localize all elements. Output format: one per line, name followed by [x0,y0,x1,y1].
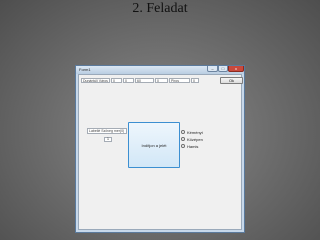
number-input[interactable]: 1 [104,137,112,142]
text-field-6[interactable]: Piros [169,78,190,83]
text-field-3[interactable]: 0 [123,78,134,83]
window-titlebar[interactable]: Form1 – □ x [76,66,244,74]
window-client-area: Dunántúli Város 0 0 60 0 Piros 0 Ok Labe… [78,74,243,230]
radio-circle-icon[interactable] [181,144,185,148]
text-field-5[interactable]: 0 [155,78,168,83]
text-field-4[interactable]: 60 [135,78,154,83]
radio-option-3[interactable]: Hamis [181,143,198,149]
radio-circle-icon[interactable] [181,137,185,141]
text-field-2[interactable]: 0 [111,78,122,83]
radio-label-3: Hamis [187,143,199,149]
minimize-button[interactable]: – [207,66,218,72]
form-window: Form1 – □ x Dunántúli Város 0 0 60 0 Pir… [75,65,245,233]
close-button[interactable]: x [228,66,244,72]
radio-label-2: Középen [187,136,203,142]
radio-circle-icon[interactable] [181,130,185,134]
label-text-box[interactable]: Labellé Szöveg mer(0) [87,128,127,134]
slide-title: 2. Feladat [132,1,188,16]
window-title: Form1 [79,67,91,72]
start-button-label: Indítjon a jelét [141,142,167,148]
maximize-button[interactable]: □ [218,66,228,72]
ok-button[interactable]: Ok [220,77,243,84]
text-field-1[interactable]: Dunántúli Város [81,78,110,83]
radio-option-1[interactable]: Kéményt [181,129,203,135]
radio-option-2[interactable]: Középen [181,136,203,142]
text-field-7[interactable]: 0 [191,78,199,83]
radio-label-1: Kéményt [187,129,203,135]
start-button[interactable]: Indítjon a jelét [128,122,180,168]
